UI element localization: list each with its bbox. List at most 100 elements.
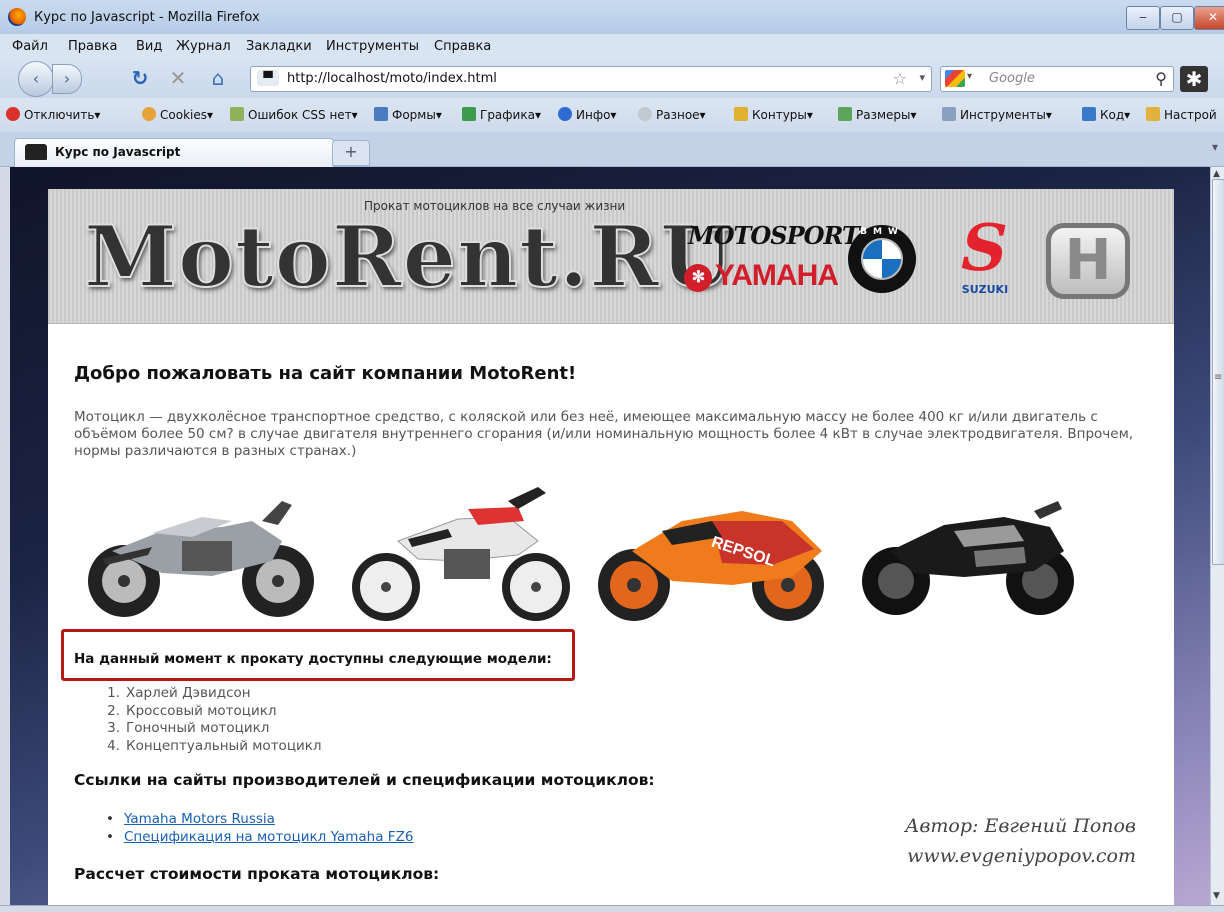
tab-label: Курс по Javascript bbox=[55, 145, 181, 159]
suzuki-lettering: SUZUKI bbox=[961, 283, 1009, 296]
devbar-forms[interactable]: Формы▾ bbox=[374, 107, 442, 122]
outline-icon bbox=[734, 107, 748, 121]
bookmark-star-icon[interactable]: ☆ bbox=[893, 69, 907, 88]
address-input[interactable]: http://localhost/moto/index.html bbox=[287, 71, 497, 86]
calc-heading: Рассчет стоимости проката мотоциклов: bbox=[74, 865, 440, 883]
misc-icon bbox=[638, 107, 652, 121]
title-bar: Курс по Javascript - Mozilla Firefox ‒ ▢… bbox=[0, 0, 1224, 35]
search-bar[interactable]: ▾ Google ⚲ bbox=[940, 66, 1174, 92]
concept-motorcycle-image bbox=[862, 501, 1074, 615]
devbar-tools[interactable]: Инструменты▾ bbox=[942, 107, 1052, 122]
author-site: www.evgeniypopov.com bbox=[907, 845, 1136, 867]
bmw-roundel-icon bbox=[861, 238, 903, 280]
search-icon[interactable]: ⚲ bbox=[1155, 69, 1167, 88]
harley-davidson-image bbox=[88, 501, 314, 617]
menu-view[interactable]: Вид bbox=[136, 39, 162, 54]
firefox-icon bbox=[8, 8, 26, 26]
author-watermark: Автор: Евгений Попов www.evgeniypopov.co… bbox=[896, 811, 1136, 871]
devbar-misc[interactable]: Разное▾ bbox=[638, 107, 706, 122]
motorcycle-gallery: REPSOL bbox=[74, 481, 1094, 631]
vertical-scrollbar[interactable]: ▲ ≡ ▼ bbox=[1210, 167, 1224, 905]
home-icon[interactable]: ⌂ bbox=[206, 67, 230, 89]
devbar-cookies[interactable]: Cookies▾ bbox=[142, 107, 213, 122]
menu-history[interactable]: Журнал bbox=[176, 39, 231, 54]
cross-motorcycle-image bbox=[352, 487, 570, 621]
menu-edit[interactable]: Правка bbox=[68, 39, 117, 54]
address-dropdown-icon[interactable]: ▾ bbox=[919, 71, 925, 84]
disable-icon bbox=[6, 107, 20, 121]
resize-icon bbox=[838, 107, 852, 121]
suzuki-s-icon: S bbox=[953, 211, 1016, 286]
yamaha-logo: ✻ YAMAHA bbox=[684, 259, 839, 293]
scroll-grip-icon: ≡ bbox=[1214, 372, 1223, 383]
web-page: Прокат мотоциклов на все случаи жизни Mo… bbox=[48, 189, 1174, 905]
author-name: Автор: Евгений Попов bbox=[904, 815, 1136, 837]
racing-motorcycle-image: REPSOL bbox=[598, 511, 824, 621]
devbar-disable[interactable]: Отключить▾ bbox=[6, 107, 100, 122]
scroll-down-icon[interactable]: ▼ bbox=[1213, 891, 1220, 901]
close-button[interactable]: ✕ bbox=[1194, 6, 1224, 30]
css-icon bbox=[230, 107, 244, 121]
links-heading: Ссылки на сайты производителей и специфи… bbox=[74, 771, 655, 789]
addon-icon[interactable]: ✱ bbox=[1180, 66, 1208, 92]
site-favicon-icon bbox=[25, 144, 47, 160]
list-item: Yamaha Motors Russia bbox=[106, 811, 413, 829]
intro-paragraph: Мотоцикл — двухколёсное транспортное сре… bbox=[74, 409, 1134, 459]
scroll-up-icon[interactable]: ▲ bbox=[1213, 169, 1220, 179]
tab-bar: Курс по Javascript + ▾ bbox=[0, 132, 1224, 167]
list-item: 1. Харлей Дэвидсон bbox=[107, 685, 251, 701]
search-input[interactable]: Google bbox=[989, 71, 1035, 86]
window-title: Курс по Javascript - Mozilla Firefox bbox=[34, 10, 260, 25]
yamaha-fz6-spec-link[interactable]: Спецификация на мотоцикл Yamaha FZ6 bbox=[124, 829, 413, 845]
devbar-source[interactable]: Код▾ bbox=[1082, 107, 1130, 122]
yamaha-tuning-fork-icon: ✻ bbox=[684, 264, 712, 292]
site-logo: MotoRent.RU bbox=[83, 206, 735, 307]
links-list: Yamaha Motors Russia Спецификация на мот… bbox=[106, 811, 413, 846]
images-icon bbox=[462, 107, 476, 121]
motosport-logo: MOTOSPORT bbox=[688, 221, 860, 250]
new-tab-button[interactable]: + bbox=[332, 140, 370, 166]
suzuki-logo: S SUZUKI bbox=[948, 211, 1022, 297]
stop-icon[interactable]: ✕ bbox=[166, 67, 190, 89]
honda-h-icon: H bbox=[1064, 228, 1112, 293]
list-item: Спецификация на мотоцикл Yamaha FZ6 bbox=[106, 829, 413, 847]
reload-icon[interactable]: ↻ bbox=[128, 67, 152, 89]
menu-help[interactable]: Справка bbox=[434, 39, 491, 54]
models-heading: На данный момент к прокату доступны след… bbox=[74, 651, 552, 667]
bmw-logo: BMW bbox=[848, 225, 916, 293]
search-engine-icon[interactable] bbox=[945, 70, 965, 87]
menu-file[interactable]: Файл bbox=[12, 39, 48, 54]
devbar-css[interactable]: Ошибок CSS нет▾ bbox=[230, 107, 358, 122]
tools-icon bbox=[942, 107, 956, 121]
address-bar[interactable]: ▀ http://localhost/moto/index.html ☆ ▾ bbox=[250, 66, 932, 92]
cookies-icon bbox=[142, 107, 156, 121]
tab-kurs-po-javascript[interactable]: Курс по Javascript bbox=[14, 138, 334, 167]
devbar-resize[interactable]: Размеры▾ bbox=[838, 107, 917, 122]
menu-bar: Файл Правка Вид Журнал Закладки Инструме… bbox=[0, 34, 1224, 58]
welcome-heading: Добро пожаловать на сайт компании MotoRe… bbox=[74, 363, 577, 384]
minimize-button[interactable]: ‒ bbox=[1126, 6, 1160, 30]
menu-tools[interactable]: Инструменты bbox=[326, 39, 419, 54]
navigation-bar: ‹ › ↻ ✕ ⌂ ▀ http://localhost/moto/index.… bbox=[0, 58, 1224, 98]
menu-bookmarks[interactable]: Закладки bbox=[246, 39, 312, 54]
forms-icon bbox=[374, 107, 388, 121]
devbar-options[interactable]: Настрой bbox=[1146, 107, 1217, 122]
bmw-lettering: BMW bbox=[860, 227, 904, 237]
forward-button[interactable]: › bbox=[52, 64, 82, 94]
maximize-button[interactable]: ▢ bbox=[1160, 6, 1194, 30]
devbar-outline[interactable]: Контуры▾ bbox=[734, 107, 813, 122]
tab-list-icon[interactable]: ▾ bbox=[1212, 140, 1218, 154]
list-item: 2. Кроссовый мотоцикл bbox=[107, 702, 277, 719]
models-list: 1. Харлей Дэвидсон 2. Кроссовый мотоцикл 3… bbox=[98, 685, 321, 755]
devbar-info[interactable]: Инфо▾ bbox=[558, 107, 616, 122]
back-button[interactable]: ‹ bbox=[18, 61, 54, 97]
web-developer-toolbar: Отключить▾ Cookies▾ Ошибок CSS нет▾ Форм… bbox=[0, 98, 1224, 133]
source-icon bbox=[1082, 107, 1096, 121]
yamaha-russia-link[interactable]: Yamaha Motors Russia bbox=[124, 811, 275, 827]
page-viewport: Прокат мотоциклов на все случаи жизни Mo… bbox=[10, 167, 1210, 905]
site-identity-icon[interactable]: ▀ bbox=[257, 70, 279, 86]
list-item: 3. Гоночный мотоцикл bbox=[107, 720, 270, 736]
devbar-images[interactable]: Графика▾ bbox=[462, 107, 541, 122]
search-engine-dropdown-icon[interactable]: ▾ bbox=[967, 71, 972, 82]
options-icon bbox=[1146, 107, 1160, 121]
